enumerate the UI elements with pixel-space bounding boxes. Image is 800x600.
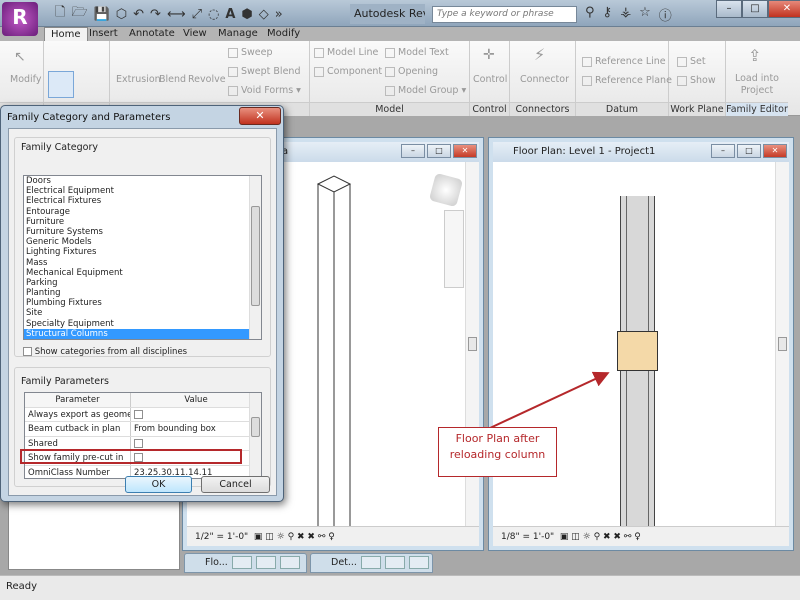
- category-item[interactable]: Furniture Systems: [24, 227, 261, 237]
- table-header: Parameter Value: [25, 393, 261, 408]
- parameter-checkbox[interactable]: [134, 438, 143, 448]
- parameters-table[interactable]: Parameter Value Always export as geome Bea…: [24, 392, 262, 479]
- category-item[interactable]: Mass: [24, 258, 261, 268]
- parameter-value[interactable]: [131, 408, 261, 422]
- category-item[interactable]: Furniture: [24, 217, 261, 227]
- category-item[interactable]: Lighting Fixtures: [24, 247, 261, 257]
- category-item[interactable]: Specialty Equipment: [24, 319, 261, 329]
- family-category-dialog: Family Category and Parameters ✕ Family …: [0, 105, 284, 502]
- parameter-name: OmniClass Number: [25, 465, 131, 478]
- category-item[interactable]: Site: [24, 308, 261, 318]
- category-item[interactable]: Parking: [24, 278, 261, 288]
- parameter-value[interactable]: [131, 437, 261, 451]
- category-item[interactable]: Electrical Fixtures: [24, 196, 261, 206]
- family-category-label: Family Category: [21, 142, 98, 153]
- category-item[interactable]: Planting: [24, 288, 261, 298]
- category-list[interactable]: Doors Electrical Equipment Electrical Fixt…: [23, 175, 262, 340]
- application-menu-button[interactable]: R: [2, 2, 38, 36]
- ok-button[interactable]: OK: [125, 476, 192, 493]
- family-parameters-label: Family Parameters: [21, 376, 109, 387]
- category-scrollbar[interactable]: [249, 176, 261, 339]
- category-item[interactable]: Generic Models: [24, 237, 261, 247]
- category-item[interactable]: Plumbing Fixtures: [24, 298, 261, 308]
- table-row[interactable]: Beam cutback in plan From bounding box: [25, 422, 261, 437]
- parameter-checkbox[interactable]: [134, 409, 143, 419]
- dialog-title: Family Category and Parameters: [7, 112, 171, 123]
- cancel-button[interactable]: Cancel: [201, 476, 270, 493]
- category-item[interactable]: Electrical Equipment: [24, 186, 261, 196]
- category-item[interactable]: Mechanical Equipment: [24, 268, 261, 278]
- parameters-scrollbar[interactable]: [249, 393, 261, 478]
- parameter-name: Shared: [25, 436, 131, 450]
- category-item[interactable]: Entourage: [24, 207, 261, 217]
- show-all-disciplines-checkbox[interactable]: Show categories from all disciplines: [23, 347, 187, 357]
- parameter-name: Always export as geome: [25, 407, 131, 421]
- table-row[interactable]: Always export as geome: [25, 407, 261, 422]
- parameter-value[interactable]: From bounding box: [131, 422, 261, 436]
- highlight-box: [20, 449, 242, 464]
- category-item[interactable]: Structural Columns: [24, 328, 261, 339]
- parameter-name: Beam cutback in plan: [25, 422, 131, 436]
- annotation-callout: Floor Plan after reloading column: [438, 427, 557, 477]
- category-item[interactable]: Doors: [24, 176, 261, 186]
- dialog-close-button[interactable]: ✕: [239, 107, 281, 125]
